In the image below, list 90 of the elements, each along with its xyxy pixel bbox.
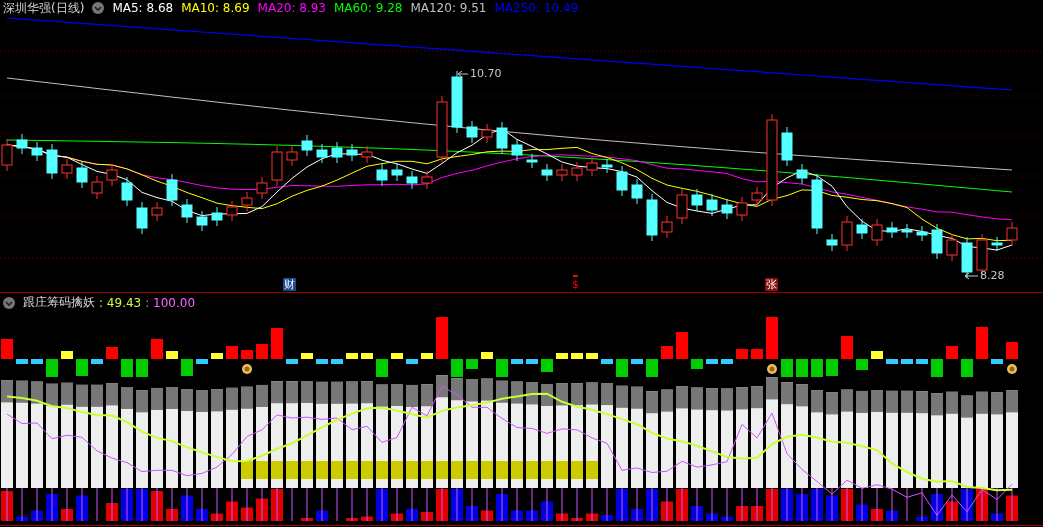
signal-bar — [121, 358, 133, 377]
moving-average-label: MA60: 9.28 — [334, 1, 403, 15]
signal-bar — [946, 345, 958, 359]
signal-bar — [61, 350, 73, 359]
signal-bar — [526, 358, 538, 364]
signal-bar — [721, 358, 733, 364]
signal-bar — [286, 358, 298, 364]
signal-bar — [31, 358, 43, 364]
coin-icon — [767, 363, 777, 374]
signal-bar — [271, 327, 283, 359]
signal-bar — [841, 335, 853, 359]
signal-bar — [886, 358, 898, 364]
signal-bar — [961, 358, 973, 377]
signal-bar — [856, 358, 868, 370]
event-marker[interactable]: $ — [571, 278, 580, 291]
signal-bar — [421, 352, 433, 359]
signal-bar — [331, 358, 343, 364]
signal-bar — [811, 358, 823, 377]
signal-bar — [406, 358, 418, 364]
signal-bar — [691, 358, 703, 369]
signal-bar — [256, 343, 268, 359]
signal-bar — [601, 358, 613, 364]
moving-average-label: MA5: 8.68 — [112, 1, 174, 15]
chart-title: 深圳华强(日线) — [3, 0, 85, 17]
signal-bar — [226, 345, 238, 359]
signal-bar — [481, 351, 493, 359]
signal-bar — [181, 358, 193, 376]
signal-bar — [781, 358, 793, 377]
dropdown-chevron-icon[interactable] — [3, 296, 15, 309]
signal-bar — [796, 358, 808, 377]
event-marker[interactable]: 财 — [283, 278, 296, 291]
signal-bar — [706, 358, 718, 364]
signal-bar — [241, 349, 253, 359]
event-marker[interactable]: 张 — [765, 278, 778, 291]
signal-bar — [16, 358, 28, 364]
dropdown-chevron-icon[interactable] — [92, 2, 105, 14]
moving-average-label: MA250: 10.49 — [494, 1, 579, 15]
signal-bar — [436, 316, 448, 359]
signal-bar — [376, 358, 388, 377]
signal-bar — [166, 350, 178, 359]
signal-bar — [196, 358, 208, 364]
signal-bar — [106, 346, 118, 359]
signal-bar — [571, 352, 583, 359]
signal-bar — [916, 358, 928, 364]
signal-bar — [91, 358, 103, 364]
signal-bar — [151, 338, 163, 359]
signal-bar — [751, 348, 763, 359]
signal-bar — [1006, 341, 1018, 359]
signal-bar — [361, 352, 373, 359]
signal-bar — [346, 352, 358, 359]
signal-bar — [586, 352, 598, 359]
signal-bar — [136, 358, 148, 377]
high-price-label: 10.70 — [470, 67, 502, 80]
signal-bar — [901, 358, 913, 364]
signal-bar — [976, 326, 988, 359]
signal-bar — [661, 345, 673, 359]
signal-bar — [316, 358, 328, 364]
signal-bar — [646, 358, 658, 377]
indicator-value: : 100.00 — [145, 295, 196, 310]
signal-bar — [736, 348, 748, 359]
pointer-arrow-icon — [457, 70, 469, 78]
signal-bar — [451, 358, 463, 377]
indicator-value: : 49.43 — [99, 295, 142, 310]
coin-icon — [1007, 363, 1017, 374]
signal-bar — [511, 358, 523, 364]
coin-icon — [242, 363, 252, 374]
signal-bar — [871, 350, 883, 359]
signal-bar — [826, 358, 838, 376]
signal-bar — [931, 358, 943, 377]
indicator-name: 跟庄筹码擒妖 — [23, 294, 95, 311]
moving-average-label: MA10: 8.69 — [181, 1, 250, 15]
moving-average-label: MA120: 9.51 — [410, 1, 487, 15]
signal-bar — [991, 358, 1003, 364]
signal-bar — [496, 358, 508, 377]
signal-bar — [466, 358, 478, 369]
signal-bar — [301, 352, 313, 359]
signal-bar — [211, 352, 223, 359]
low-price-label: 8.28 — [980, 269, 1005, 282]
signal-bar — [541, 358, 553, 372]
signal-bar — [1, 338, 13, 359]
moving-average-label: MA20: 8.93 — [257, 1, 326, 15]
signal-bar — [766, 316, 778, 359]
signal-bar — [76, 358, 88, 376]
signal-bar — [631, 358, 643, 364]
signal-bar — [556, 352, 568, 359]
signal-bar — [391, 352, 403, 359]
pointer-arrow-icon — [964, 272, 979, 280]
signal-bar — [616, 358, 628, 377]
signal-bar — [676, 331, 688, 359]
signal-bar — [46, 358, 58, 377]
